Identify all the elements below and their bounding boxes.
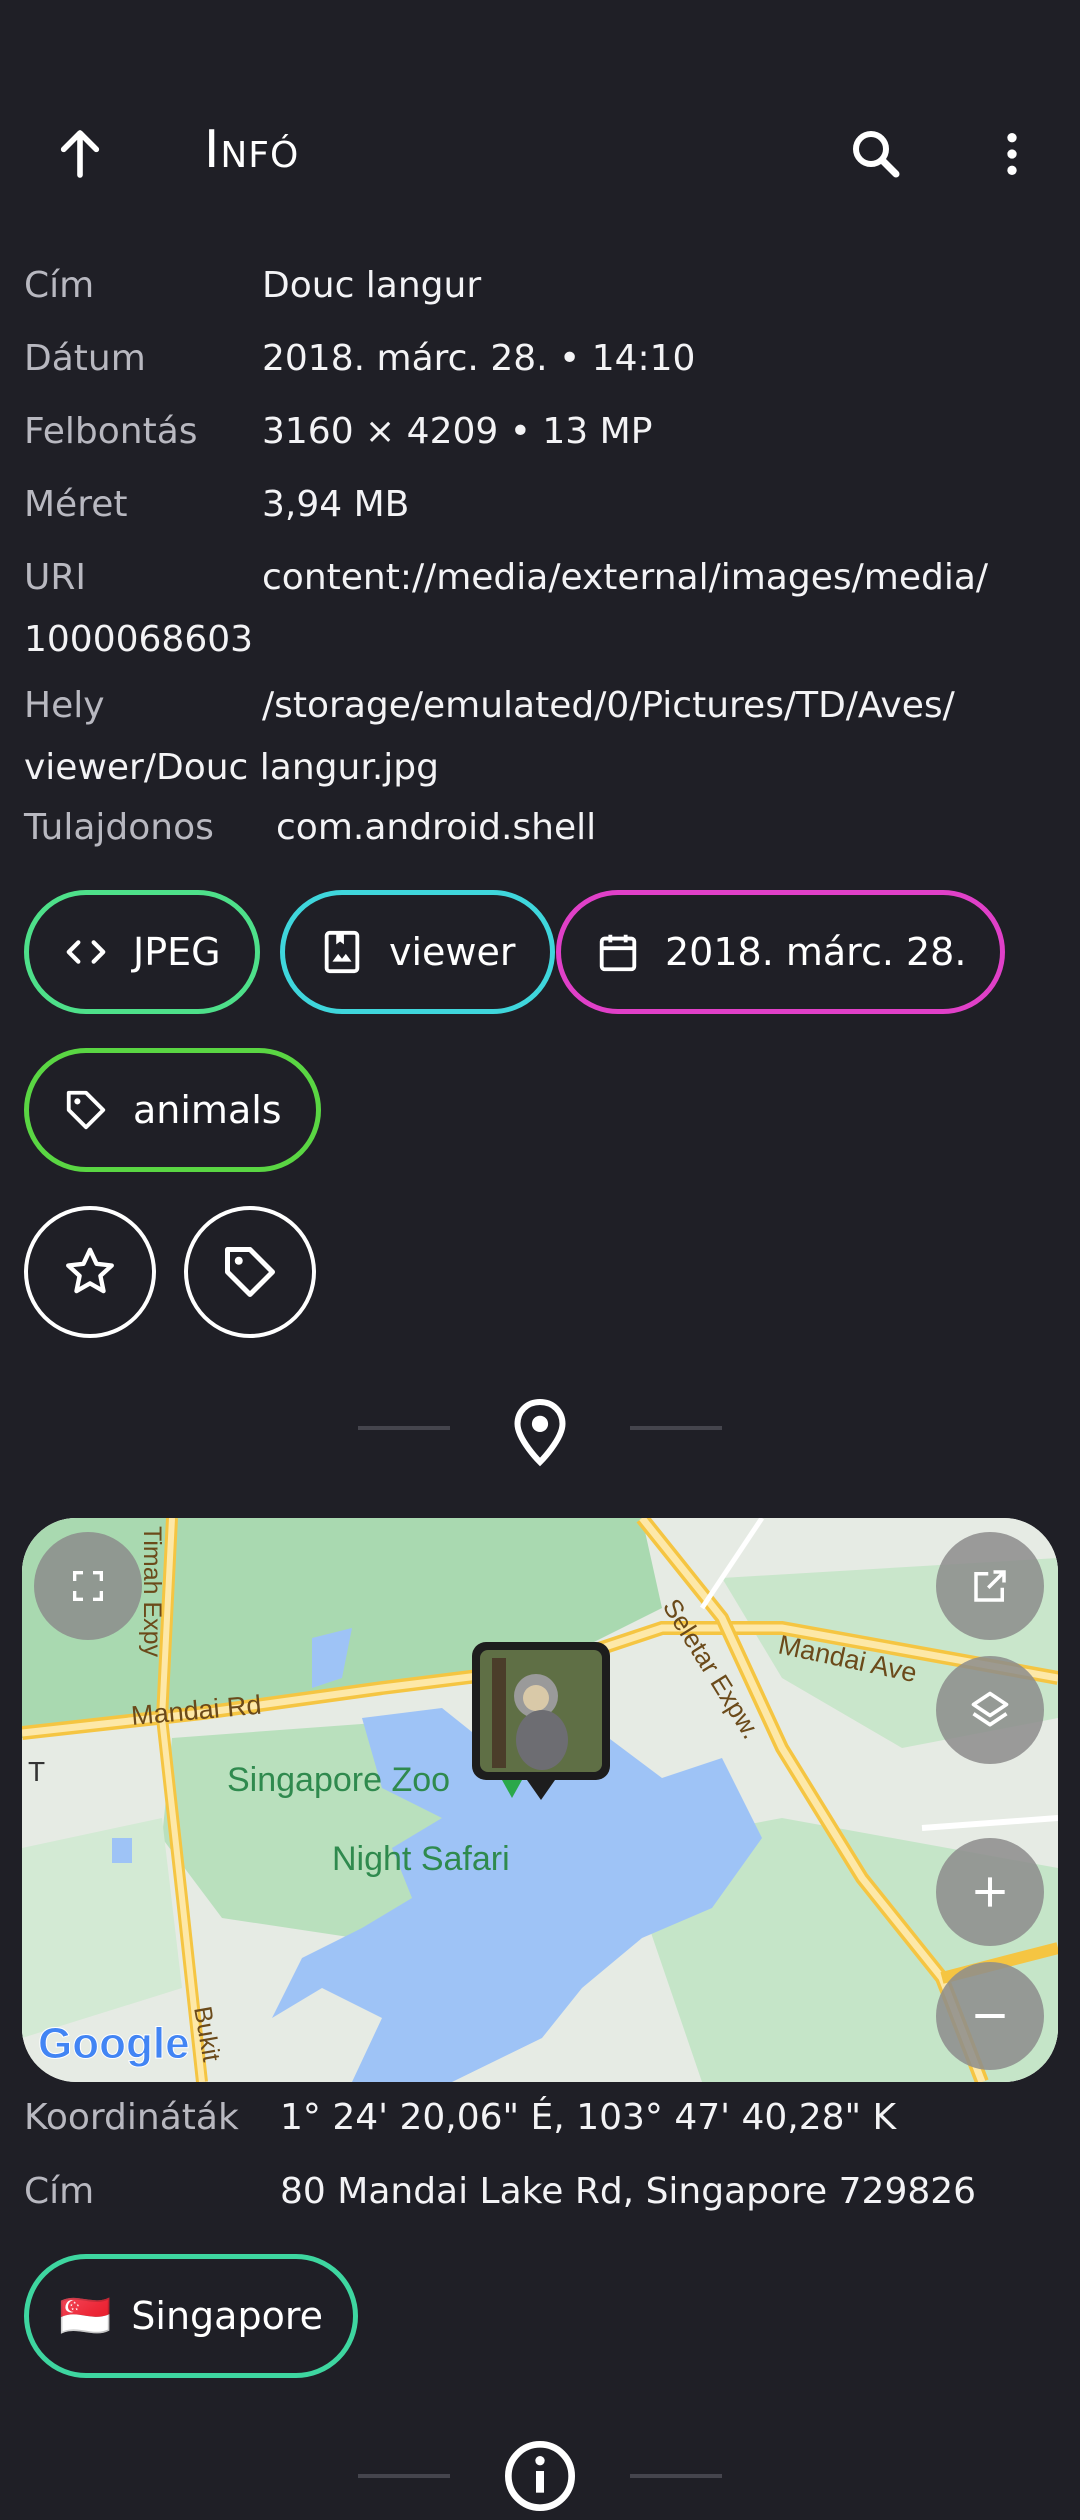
chip-album[interactable]: viewer bbox=[280, 890, 555, 1014]
divider-left bbox=[358, 1426, 450, 1430]
map-label-night-safari: Night Safari bbox=[332, 1840, 510, 1878]
detail-value: 80 Mandai Lake Rd, Singapore 729826 bbox=[280, 2171, 977, 2212]
zoom-in-button[interactable] bbox=[936, 1838, 1044, 1946]
favorite-button[interactable] bbox=[24, 1206, 156, 1338]
detail-value: 1° 24' 20,06" É, 103° 47' 40,28" K bbox=[280, 2097, 897, 2138]
tag-icon bbox=[63, 1087, 109, 1133]
edit-tags-button[interactable] bbox=[184, 1206, 316, 1338]
back-button[interactable] bbox=[40, 114, 120, 194]
detail-value: com.android.shell bbox=[276, 807, 597, 848]
star-icon bbox=[66, 1247, 114, 1294]
map-label-t: T bbox=[28, 1756, 45, 1787]
tag-icon bbox=[225, 1247, 275, 1297]
zoom-out-button[interactable] bbox=[936, 1962, 1044, 2070]
open-in-maps-button[interactable] bbox=[936, 1532, 1044, 1640]
google-logo: Google bbox=[38, 2019, 190, 2068]
page-title: Infó bbox=[204, 120, 300, 180]
chip-country[interactable]: 🇸🇬 Singapore bbox=[24, 2254, 359, 2378]
detail-value-continued: viewer/Douc langur.jpg bbox=[24, 747, 439, 788]
calendar-icon bbox=[595, 929, 641, 975]
map-canvas: Mandai Rd Mandai Ave Seletar Expw. Timah… bbox=[22, 1518, 1058, 2082]
chip-label: 2018. márc. 28. bbox=[665, 930, 967, 974]
map-label-timah-expy: Timah Expy bbox=[138, 1526, 166, 1658]
chip-mime-type[interactable]: JPEG bbox=[24, 890, 260, 1014]
photo-marker[interactable] bbox=[472, 1642, 610, 1800]
detail-key: Méret bbox=[24, 484, 128, 525]
open-external-icon bbox=[974, 1570, 1006, 1602]
detail-key: URI bbox=[24, 557, 86, 598]
chip-label: animals bbox=[133, 1088, 282, 1132]
detail-key: Cím bbox=[24, 2171, 95, 2212]
detail-key: Tulajdonos bbox=[24, 807, 214, 848]
album-icon bbox=[319, 929, 365, 975]
detail-value: /storage/emulated/0/Pictures/TD/Aves/ bbox=[262, 685, 955, 726]
detail-key: Hely bbox=[24, 685, 105, 726]
detail-key: Cím bbox=[24, 265, 95, 306]
detail-key: Koordináták bbox=[24, 2097, 239, 2138]
chip-label: Singapore bbox=[131, 2294, 324, 2338]
map-label-singapore-zoo: Singapore Zoo bbox=[227, 1761, 450, 1799]
detail-value: Douc langur bbox=[262, 265, 482, 306]
fullscreen-icon bbox=[73, 1571, 103, 1601]
plus-icon bbox=[975, 1877, 1005, 1907]
minus-icon bbox=[975, 2013, 1005, 2019]
detail-value: 3,94 MB bbox=[262, 484, 410, 525]
chip-label: JPEG bbox=[133, 930, 221, 974]
more-options-button[interactable] bbox=[972, 114, 1052, 194]
detail-value-continued: 1000068603 bbox=[24, 619, 254, 660]
divider-right bbox=[630, 2474, 722, 2478]
layers-icon bbox=[971, 1691, 1009, 1727]
search-button[interactable] bbox=[836, 114, 916, 194]
divider-right bbox=[630, 1426, 722, 1430]
location-pin-icon bbox=[504, 1392, 576, 1472]
detail-value: 3160 × 4209 • 13 MP bbox=[262, 411, 653, 452]
map-layers-button[interactable] bbox=[936, 1656, 1044, 1764]
divider-left bbox=[358, 2474, 450, 2478]
detail-value: 2018. márc. 28. • 14:10 bbox=[262, 338, 696, 379]
more-vert-icon bbox=[1007, 133, 1017, 175]
info-icon bbox=[500, 2436, 580, 2516]
detail-value: content://media/external/images/media/ bbox=[262, 557, 989, 598]
chip-label: viewer bbox=[389, 930, 516, 974]
detail-key: Dátum bbox=[24, 338, 146, 379]
chip-tag[interactable]: animals bbox=[24, 1048, 321, 1172]
fullscreen-button[interactable] bbox=[34, 1532, 142, 1640]
arrow-up-icon bbox=[60, 130, 100, 178]
search-icon bbox=[853, 131, 900, 178]
chip-date[interactable]: 2018. márc. 28. bbox=[556, 890, 1006, 1014]
map-view[interactable]: Mandai Rd Mandai Ave Seletar Expw. Timah… bbox=[22, 1518, 1058, 2082]
detail-key: Felbontás bbox=[24, 411, 198, 452]
flag-icon: 🇸🇬 bbox=[59, 2291, 112, 2340]
app-bar: Infó bbox=[0, 86, 1080, 206]
code-icon bbox=[63, 929, 109, 975]
